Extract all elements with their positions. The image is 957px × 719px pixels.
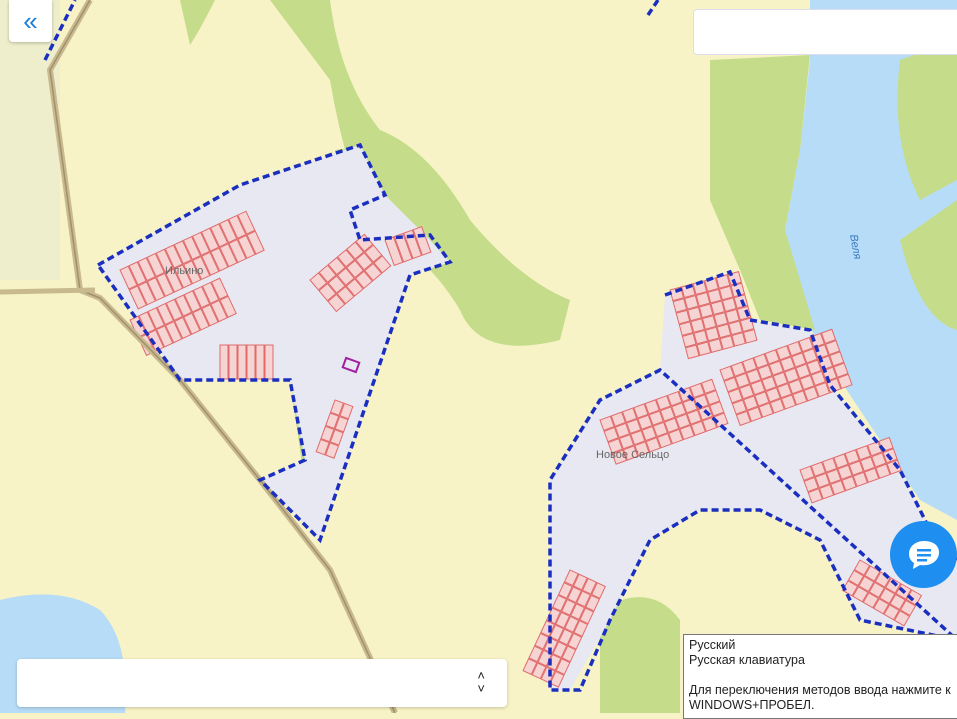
parcel bbox=[710, 300, 726, 316]
parcel bbox=[237, 344, 247, 380]
parcel bbox=[719, 335, 735, 350]
village-label-novoe-seltso: Новое Сельцо bbox=[596, 449, 669, 461]
village-label-ilino: Ильино bbox=[165, 265, 203, 277]
parcel bbox=[696, 341, 712, 357]
chat-button[interactable] bbox=[890, 521, 957, 588]
parcel bbox=[728, 320, 743, 336]
chat-icon bbox=[908, 540, 939, 569]
parcel bbox=[687, 306, 702, 322]
parcel bbox=[264, 344, 274, 380]
parcel bbox=[675, 309, 691, 325]
parcel bbox=[718, 285, 734, 301]
parcel bbox=[684, 295, 699, 310]
layer-select[interactable]: ˄ ˅ bbox=[17, 659, 507, 707]
ime-language: Русский bbox=[689, 638, 736, 652]
ime-tooltip: Русский Русская клавиатура Для переключе… bbox=[683, 634, 957, 719]
parcel bbox=[701, 315, 717, 330]
parcel bbox=[672, 298, 688, 313]
collapse-panel-button[interactable]: « bbox=[9, 0, 52, 42]
search-input[interactable] bbox=[693, 9, 957, 55]
ime-hint-shortcut: WINDOWS+ПРОБЕЛ. bbox=[689, 698, 815, 712]
field-area bbox=[0, 0, 60, 280]
parcel bbox=[228, 344, 238, 380]
parcel bbox=[721, 297, 737, 312]
parcel bbox=[219, 344, 229, 380]
parcel bbox=[684, 344, 700, 360]
parcel bbox=[678, 321, 694, 337]
chevron-up-down-icon: ˄ ˅ bbox=[477, 668, 485, 696]
parcel bbox=[698, 303, 714, 319]
ime-layout: Русская клавиатура bbox=[689, 653, 805, 667]
parcel bbox=[695, 291, 711, 307]
parcel bbox=[713, 311, 729, 327]
parcel bbox=[742, 328, 758, 344]
parcel bbox=[255, 344, 265, 380]
side-road bbox=[0, 287, 96, 295]
parcel bbox=[707, 288, 722, 304]
parcel bbox=[246, 344, 256, 380]
parcel bbox=[725, 308, 740, 324]
parcel bbox=[693, 329, 709, 345]
cadastral-map[interactable]: Ильино Новое Сельцо Веля bbox=[0, 0, 957, 713]
parcel bbox=[708, 338, 723, 353]
parcel bbox=[731, 332, 746, 347]
parcel bbox=[690, 318, 705, 333]
ime-hint: Для переключения методов ввода нажмите к bbox=[689, 683, 951, 697]
parcel bbox=[704, 326, 720, 342]
parcel bbox=[716, 323, 732, 339]
double-chevron-left-icon: « bbox=[23, 5, 38, 36]
parcel bbox=[681, 332, 697, 348]
